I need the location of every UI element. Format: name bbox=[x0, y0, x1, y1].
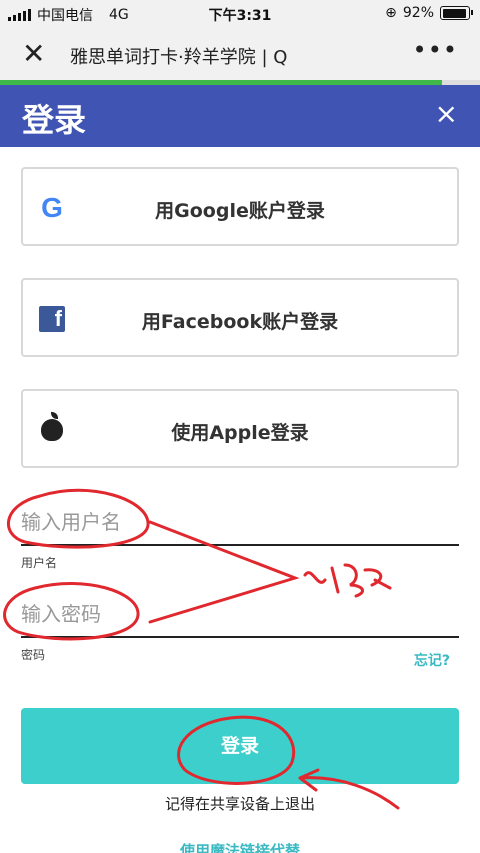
apple-login-button[interactable]: 使用Apple登录 bbox=[21, 389, 459, 468]
facebook-login-label: 用Facebook账户登录 bbox=[141, 311, 339, 333]
apple-login-label: 使用Apple登录 bbox=[171, 422, 309, 444]
login-title: 登录 bbox=[22, 101, 87, 139]
close-icon[interactable]: ✕ bbox=[22, 40, 45, 68]
login-header: 登录 × bbox=[0, 85, 480, 147]
page-title: 雅思单词打卡·羚羊学院 | Q bbox=[70, 47, 288, 68]
facebook-login-button[interactable]: f 用Facebook账户登录 bbox=[21, 278, 459, 357]
battery-icon bbox=[440, 6, 473, 20]
close-icon[interactable]: × bbox=[435, 97, 458, 130]
more-icon[interactable]: ••• bbox=[413, 36, 458, 64]
google-login-button[interactable]: G 用Google账户登录 bbox=[21, 167, 459, 246]
google-login-label: 用Google账户登录 bbox=[155, 200, 325, 222]
rotation-lock-icon: ⊕ bbox=[385, 5, 397, 21]
username-label: 用户名 bbox=[21, 556, 58, 570]
status-bar: 中国电信 4G 下午3:31 ⊕ 92% bbox=[0, 0, 480, 28]
password-input[interactable] bbox=[21, 598, 459, 638]
password-field-group: 密码 bbox=[21, 598, 459, 663]
battery-percent: 92% bbox=[402, 5, 434, 21]
username-field-group: 用户名 bbox=[21, 506, 459, 571]
magic-link[interactable]: 使用魔法链接代替 bbox=[0, 840, 480, 853]
remember-logout-text: 记得在共享设备上退出 bbox=[164, 795, 315, 813]
password-label: 密码 bbox=[21, 648, 46, 662]
forgot-password-link[interactable]: 忘记? bbox=[414, 650, 450, 670]
browser-title-bar: ✕ 雅思单词打卡·羚羊学院 | Q ••• bbox=[0, 28, 480, 80]
username-input[interactable] bbox=[21, 506, 459, 546]
login-button[interactable]: 登录 bbox=[21, 708, 459, 784]
